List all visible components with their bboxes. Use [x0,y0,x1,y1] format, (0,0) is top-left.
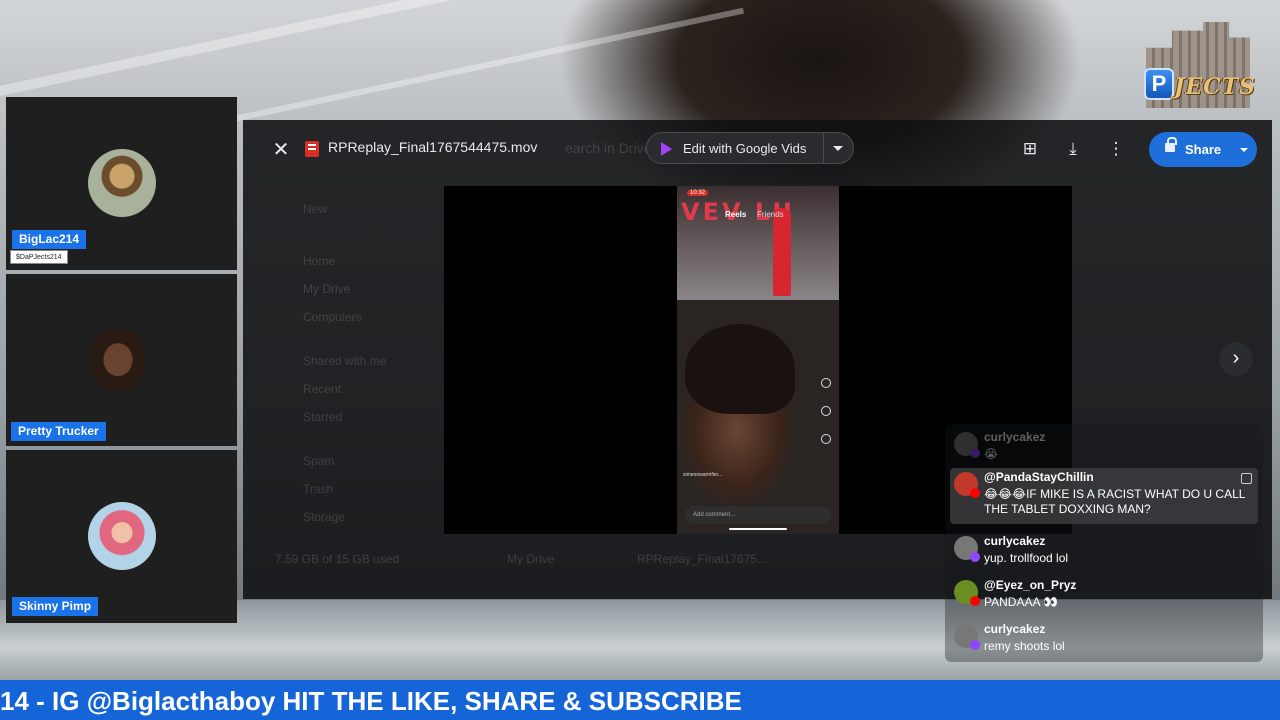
flag-icon[interactable] [1241,473,1252,484]
video-file-icon [305,141,319,157]
search-icon [821,378,831,388]
chat-message: curlycakez remy shoots lol [950,620,1258,656]
drive-nav-recent: Recent [303,382,342,396]
phone-screen-recording: VEV LU 10:32 Reels Friends simeonwarmfie… [677,186,839,534]
reel-action-icons [821,378,833,462]
avatar [88,149,156,217]
twitch-icon [970,640,980,650]
home-indicator [729,528,787,530]
reel-caption: simeonwarmfier... [683,472,723,478]
avatar [88,502,156,570]
drive-breadcrumb-file: RPReplay_Final17675... [637,552,768,566]
reel-bottom-pane: simeonwarmfier... Add comment... [677,300,839,534]
channel-logo: P JECTS [1128,18,1270,112]
chat-author: curlycakez [984,534,1046,548]
participant-tile-pretty-trucker[interactable]: Pretty Trucker [6,274,237,446]
chat-text: remy shoots lol [984,639,1065,653]
live-chat-overlay: curlycakez 😭 @PandaStayChillin 😂😂😂IF MIK… [945,424,1263,662]
next-file-button[interactable]: › [1219,342,1253,376]
button-divider [823,133,824,163]
participant-name: Pretty Trucker [11,422,106,441]
status-time: 10:32 [687,190,709,196]
edit-with-google-vids-button[interactable]: Edit with Google Vids [646,132,854,164]
twitch-icon [970,448,980,458]
chat-text: PANDAAA 👀 [984,595,1059,609]
twitch-icon [970,552,980,562]
person-figure [773,208,791,296]
repost-icon [821,406,831,416]
participant-name: Skinny Pimp [12,597,99,616]
tab-friends: Friends [757,210,784,219]
tab-reels: Reels [725,210,747,219]
ticker-text: 14 - IG @Biglacthaboy HIT THE LIKE, SHAR… [0,686,742,716]
drive-search-ghost: earch in Drive [565,140,652,156]
chat-author: curlycakez [984,622,1046,636]
edit-button-label: Edit with Google Vids [683,141,807,156]
drive-nav-my-drive: My Drive [303,282,351,296]
comment-input: Add comment... [685,506,831,524]
chat-author: curlycakez [984,430,1046,444]
chat-message: curlycakez yup. trollfood lol [950,532,1258,568]
drive-nav-spam: Spam [303,454,335,468]
reel-top-pane: VEV LU 10:32 Reels Friends [677,186,839,300]
drive-nav-shared: Shared with me [303,354,387,368]
google-vids-icon [661,142,672,156]
drive-storage-used: 7.59 GB of 15 GB used [275,552,400,566]
send-icon [821,434,831,444]
participant-name: BigLac214 [12,230,87,249]
drive-new-ghost: New [303,202,328,216]
add-comment-icon[interactable]: ⊞ [1019,138,1041,160]
drive-nav-storage: Storage [303,510,346,524]
chat-text: 😭 [984,447,999,461]
lock-icon [1165,137,1177,152]
chat-message: @PandaStayChillin 😂😂😂IF MIKE IS A RACIST… [950,468,1258,524]
share-button-label: Share [1185,142,1222,157]
drive-nav-trash: Trash [303,482,334,496]
person-face [685,324,795,414]
chat-text: yup. trollfood lol [984,551,1069,565]
chevron-down-icon[interactable] [1240,148,1248,152]
chat-message: @Eyez_on_Pryz PANDAAA 👀 [950,576,1258,612]
drive-breadcrumb-root: My Drive [507,552,555,566]
participant-tile-biglac214[interactable]: BigLac214 $DaPJects214 [6,97,237,270]
drive-nav-computers: Computers [303,310,362,324]
ceiling-beam [155,7,745,139]
scrolling-ticker: 14 - IG @Biglacthaboy HIT THE LIKE, SHAR… [0,680,1280,720]
logo-p-icon: P [1144,68,1174,100]
more-options-icon[interactable]: ⋮ [1105,138,1127,160]
share-button[interactable]: Share [1149,132,1257,167]
participant-tile-skinny-pimp[interactable]: Skinny Pimp [6,450,237,623]
chat-text: 😂😂😂IF MIKE IS A RACIST WHAT DO U CALL TH… [984,487,1245,516]
chevron-down-icon[interactable] [833,146,843,151]
youtube-icon [970,596,980,606]
logo-text: JECTS [1174,74,1256,100]
close-icon[interactable]: ✕ [267,136,295,164]
file-name: RPReplay_Final1767544475.mov [328,139,538,155]
participant-handle: $DaPJects214 [10,250,68,264]
chat-message: curlycakez 😭 [950,428,1258,464]
chat-author: @Eyez_on_Pryz [984,578,1077,592]
youtube-icon [970,488,980,498]
drive-nav-starred: Starred [303,410,343,424]
avatar [86,330,150,396]
chat-author: @PandaStayChillin [984,470,1094,484]
drive-nav-home: Home [303,254,336,268]
download-icon[interactable]: ⤓ [1062,138,1084,160]
